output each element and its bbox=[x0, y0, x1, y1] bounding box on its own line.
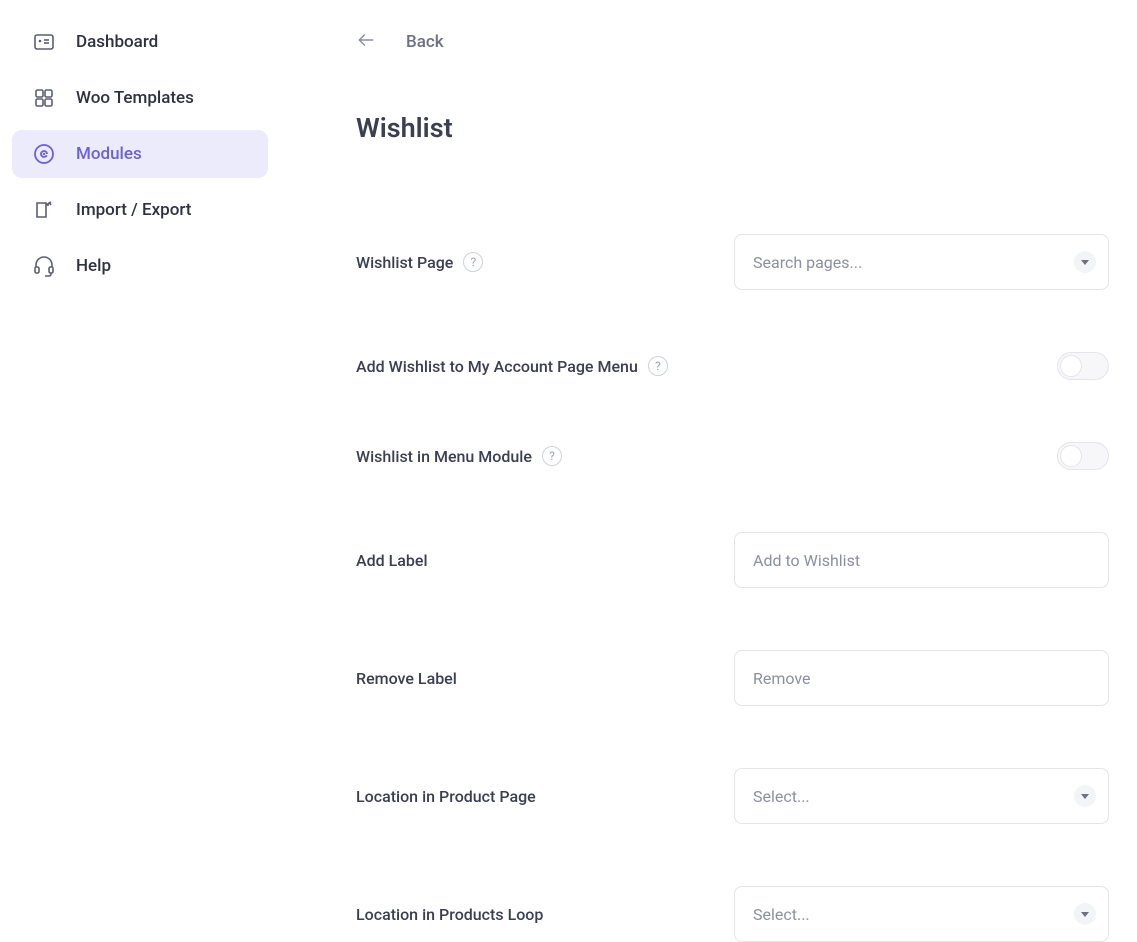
sidebar-item-label: Help bbox=[76, 256, 111, 276]
page-title: Wishlist bbox=[356, 112, 1109, 144]
grid-icon bbox=[32, 86, 56, 110]
label-add-label: Add Label bbox=[356, 551, 428, 570]
row-remove-label: Remove Label Remove bbox=[356, 650, 1109, 706]
row-wishlist-page: Wishlist Page ? Search pages... bbox=[356, 234, 1109, 290]
row-add-to-account-menu: Add Wishlist to My Account Page Menu ? bbox=[356, 352, 1109, 380]
back-button[interactable]: Back bbox=[356, 30, 1109, 54]
sidebar-item-dashboard[interactable]: Dashboard bbox=[12, 18, 268, 66]
sidebar-item-label: Dashboard bbox=[76, 32, 158, 52]
label-remove-label: Remove Label bbox=[356, 669, 457, 688]
location-product-page-select[interactable]: Select... bbox=[734, 768, 1109, 824]
select-placeholder: Select... bbox=[753, 787, 810, 806]
import-export-icon bbox=[32, 198, 56, 222]
row-wishlist-in-menu-module: Wishlist in Menu Module ? bbox=[356, 442, 1109, 470]
sidebar-item-label: Import / Export bbox=[76, 200, 191, 220]
select-placeholder: Select... bbox=[753, 905, 810, 924]
sidebar-item-label: Woo Templates bbox=[76, 88, 194, 108]
toggle-wishlist-in-menu-module[interactable] bbox=[1057, 442, 1109, 470]
row-location-product-page: Location in Product Page Select... bbox=[356, 768, 1109, 824]
sidebar-item-modules[interactable]: Modules bbox=[12, 130, 268, 178]
location-products-loop-select[interactable]: Select... bbox=[734, 886, 1109, 942]
toggle-knob bbox=[1060, 445, 1082, 467]
sidebar: Dashboard Woo Templates bbox=[0, 0, 280, 896]
sidebar-item-woo-templates[interactable]: Woo Templates bbox=[12, 74, 268, 122]
sidebar-item-label: Modules bbox=[76, 144, 142, 164]
sidebar-item-import-export[interactable]: Import / Export bbox=[12, 186, 268, 234]
toggle-add-to-account-menu[interactable] bbox=[1057, 352, 1109, 380]
select-placeholder: Search pages... bbox=[753, 253, 862, 272]
main-content: Back Wishlist Wishlist Page ? Search pag… bbox=[280, 0, 1137, 896]
dashboard-icon bbox=[32, 30, 56, 54]
sidebar-item-help[interactable]: Help bbox=[12, 242, 268, 290]
input-placeholder: Add to Wishlist bbox=[753, 551, 860, 570]
chevron-down-icon bbox=[1074, 251, 1096, 273]
help-icon[interactable]: ? bbox=[463, 252, 483, 272]
toggle-knob bbox=[1060, 355, 1082, 377]
label-wishlist-page: Wishlist Page bbox=[356, 253, 453, 272]
headset-icon bbox=[32, 254, 56, 278]
back-label: Back bbox=[406, 32, 444, 52]
wishlist-page-select[interactable]: Search pages... bbox=[734, 234, 1109, 290]
row-location-products-loop: Location in Products Loop Select... bbox=[356, 886, 1109, 942]
row-add-label: Add Label Add to Wishlist bbox=[356, 532, 1109, 588]
input-placeholder: Remove bbox=[753, 669, 811, 688]
label-add-to-account-menu: Add Wishlist to My Account Page Menu bbox=[356, 357, 638, 376]
label-location-product-page: Location in Product Page bbox=[356, 787, 536, 806]
label-wishlist-in-menu-module: Wishlist in Menu Module bbox=[356, 447, 532, 466]
add-label-input[interactable]: Add to Wishlist bbox=[734, 532, 1109, 588]
chevron-down-icon bbox=[1074, 785, 1096, 807]
help-icon[interactable]: ? bbox=[648, 356, 668, 376]
help-icon[interactable]: ? bbox=[542, 446, 562, 466]
remove-label-input[interactable]: Remove bbox=[734, 650, 1109, 706]
modules-icon bbox=[32, 142, 56, 166]
arrow-left-icon bbox=[356, 30, 376, 54]
label-location-products-loop: Location in Products Loop bbox=[356, 905, 543, 924]
chevron-down-icon bbox=[1074, 903, 1096, 925]
